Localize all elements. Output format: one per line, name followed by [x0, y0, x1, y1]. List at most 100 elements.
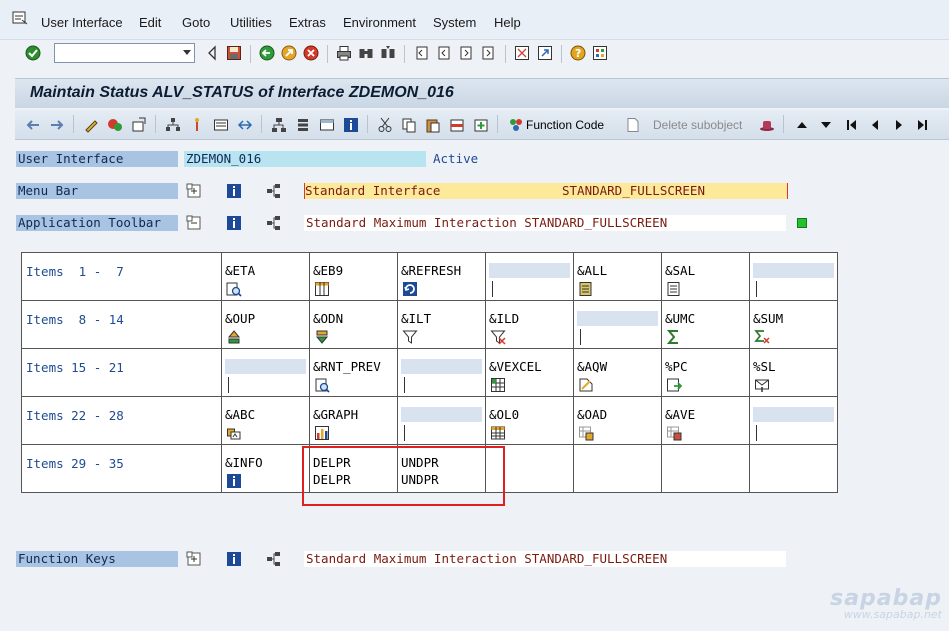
cancel-icon[interactable]: [303, 45, 319, 61]
function-code-field[interactable]: &SAL: [665, 263, 746, 278]
grid-item-cell[interactable]: &UMC: [662, 301, 750, 349]
window-icon[interactable]: [319, 117, 335, 133]
function-code-field[interactable]: &OL0: [489, 407, 570, 422]
print-icon[interactable]: [336, 45, 352, 61]
grid-item-cell[interactable]: &ILT: [398, 301, 486, 349]
function-code-field[interactable]: &UMC: [665, 311, 746, 326]
grid-item-cell[interactable]: &SUM: [750, 301, 838, 349]
grid-item-cell[interactable]: [662, 445, 750, 493]
empty-function-code-field[interactable]: [753, 263, 834, 278]
grid-item-cell[interactable]: [398, 349, 486, 397]
insert-icon[interactable]: [473, 117, 489, 133]
grid-item-cell[interactable]: &INFO: [222, 445, 310, 493]
empty-function-code-field[interactable]: [577, 455, 658, 470]
function-code-field[interactable]: &INFO: [225, 455, 306, 470]
function-code-field[interactable]: &ILT: [401, 311, 482, 326]
grid-item-cell[interactable]: &ETA: [222, 253, 310, 301]
grid-item-cell[interactable]: &OL0: [486, 397, 574, 445]
grid-item-cell[interactable]: &AVE: [662, 397, 750, 445]
function-code-field[interactable]: &AQW: [577, 359, 658, 374]
function-code-field[interactable]: &OAD: [577, 407, 658, 422]
function-code-icon[interactable]: [508, 117, 524, 133]
function-code-field[interactable]: &REFRESH: [401, 263, 482, 278]
grid-item-cell[interactable]: %SL: [750, 349, 838, 397]
function-code-field[interactable]: &ALL: [577, 263, 658, 278]
function-code-field[interactable]: &VEXCEL: [489, 359, 570, 374]
empty-function-code-field[interactable]: [489, 263, 570, 278]
grid-item-cell[interactable]: &AQW: [574, 349, 662, 397]
grid-item-cell[interactable]: [750, 397, 838, 445]
delete-icon[interactable]: [449, 117, 465, 133]
arrow-up-icon[interactable]: [794, 117, 810, 133]
hierarchy-icon[interactable]: [165, 117, 181, 133]
empty-function-code-field[interactable]: [753, 407, 834, 422]
empty-function-code-field[interactable]: [753, 455, 834, 470]
grid-item-cell[interactable]: %PC: [662, 349, 750, 397]
create-session-icon[interactable]: [514, 45, 530, 61]
grid-item-cell[interactable]: [398, 397, 486, 445]
grid-item-cell[interactable]: &VEXCEL: [486, 349, 574, 397]
last-item-icon[interactable]: [914, 117, 930, 133]
arrow-left-icon[interactable]: [25, 117, 41, 133]
function-code-field[interactable]: &SUM: [753, 311, 834, 326]
function-code-field[interactable]: &ODN: [313, 311, 394, 326]
grid-item-cell[interactable]: [574, 301, 662, 349]
help-icon[interactable]: ?: [570, 45, 586, 61]
other-object-icon[interactable]: [131, 117, 147, 133]
grid-item-cell[interactable]: &OUP: [222, 301, 310, 349]
menu-extras[interactable]: Extras: [289, 15, 326, 30]
collapse-left-icon[interactable]: [204, 45, 220, 61]
save-icon[interactable]: [226, 45, 242, 61]
hierarchy-icon[interactable]: [266, 183, 282, 199]
function-code-field[interactable]: &OUP: [225, 311, 306, 326]
delete-subobject-button[interactable]: Delete subobject: [653, 118, 742, 132]
command-field[interactable]: [54, 43, 195, 63]
function-code-field[interactable]: &ABC: [225, 407, 306, 422]
expand-icon[interactable]: [186, 551, 202, 567]
application-toolbar-value[interactable]: Standard Maximum Interaction STANDARD_FU…: [304, 215, 786, 231]
window-menu-icon[interactable]: [12, 11, 28, 25]
function-code-field[interactable]: &ETA: [225, 263, 306, 278]
menu-edit[interactable]: Edit: [139, 15, 161, 30]
exit-icon[interactable]: [281, 45, 297, 61]
info-icon[interactable]: [226, 183, 242, 199]
arrow-down-icon[interactable]: [818, 117, 834, 133]
next-item-icon[interactable]: [891, 117, 907, 133]
function-keys-value[interactable]: Standard Maximum Interaction STANDARD_FU…: [304, 551, 786, 567]
empty-function-code-field[interactable]: [225, 359, 306, 374]
menu-help[interactable]: Help: [494, 15, 521, 30]
display-object-list-icon[interactable]: [213, 117, 229, 133]
grid-item-cell[interactable]: [750, 253, 838, 301]
shortcut-icon[interactable]: [537, 45, 553, 61]
function-code-field[interactable]: %SL: [753, 359, 834, 374]
grid-item-cell[interactable]: &ILD: [486, 301, 574, 349]
menu-utilities[interactable]: Utilities: [230, 15, 272, 30]
navigation-icon[interactable]: [237, 117, 253, 133]
previous-page-icon[interactable]: [436, 45, 452, 61]
last-page-icon[interactable]: [480, 45, 496, 61]
first-page-icon[interactable]: [414, 45, 430, 61]
grid-item-cell[interactable]: &OAD: [574, 397, 662, 445]
info-icon[interactable]: [343, 117, 359, 133]
function-code-button[interactable]: Function Code: [526, 118, 604, 132]
chevron-down-icon[interactable]: [183, 50, 191, 55]
grid-item-cell[interactable]: &EB9: [310, 253, 398, 301]
grid-item-cell[interactable]: [222, 349, 310, 397]
hierarchy-icon[interactable]: [266, 551, 282, 567]
find-icon[interactable]: [358, 45, 374, 61]
customize-layout-icon[interactable]: [592, 45, 608, 61]
menu-user-interface[interactable]: User Interface: [41, 15, 123, 30]
copy-icon[interactable]: [401, 117, 417, 133]
function-code-field[interactable]: &ILD: [489, 311, 570, 326]
grid-item-cell[interactable]: [486, 253, 574, 301]
where-used-icon[interactable]: [189, 117, 205, 133]
menu-system[interactable]: System: [433, 15, 476, 30]
grid-item-cell[interactable]: &RNT_PREV: [310, 349, 398, 397]
function-code-field[interactable]: &EB9: [313, 263, 394, 278]
hat-icon[interactable]: [759, 117, 775, 133]
menu-bar-value[interactable]: Standard Interface STANDARD_FULLSCREEN: [304, 183, 788, 199]
grid-item-cell[interactable]: &SAL: [662, 253, 750, 301]
grid-item-cell[interactable]: &REFRESH: [398, 253, 486, 301]
empty-function-code-field[interactable]: [401, 407, 482, 422]
function-code-field[interactable]: &AVE: [665, 407, 746, 422]
